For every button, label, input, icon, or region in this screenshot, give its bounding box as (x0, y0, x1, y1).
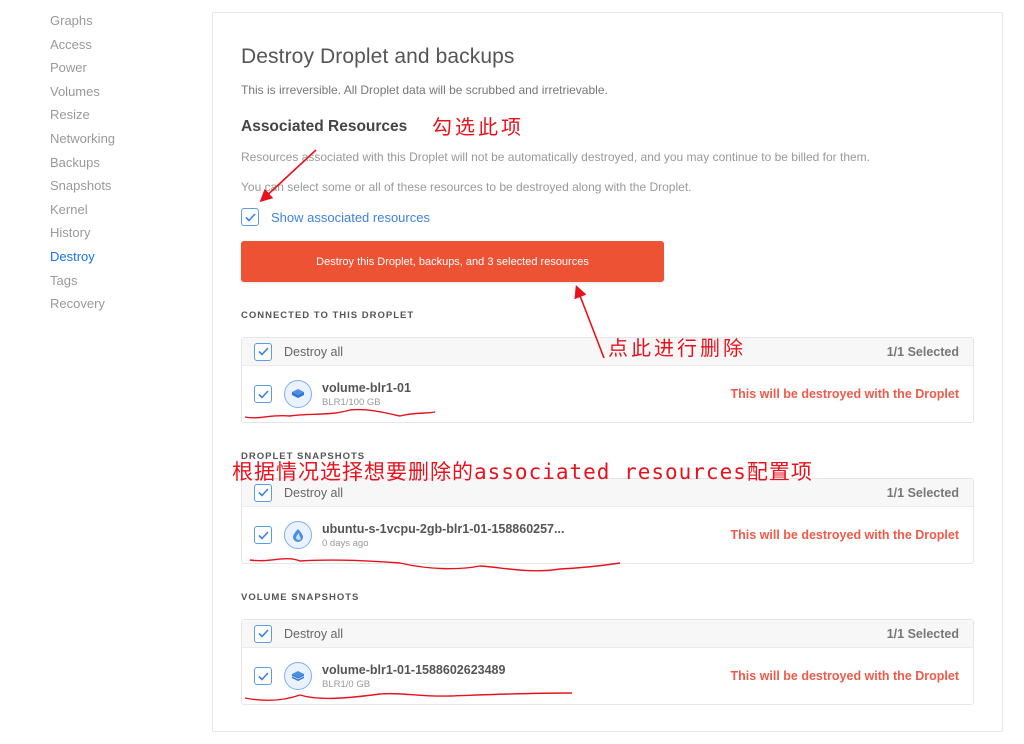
selection-notice: You can select some or all of these reso… (241, 180, 692, 194)
resource-group-connected: Destroy all 1/1 Selected volume-blr1-01 … (241, 337, 974, 423)
selected-count: 1/1 Selected (886, 626, 959, 641)
group-header: Destroy all 1/1 Selected (242, 338, 973, 366)
group-header: Destroy all 1/1 Selected (242, 620, 973, 648)
sidebar-item-tags[interactable]: Tags (50, 272, 200, 296)
billing-notice: Resources associated with this Droplet w… (241, 150, 870, 164)
resource-detail: 0 days ago (322, 537, 369, 549)
checkmark-icon (257, 389, 269, 399)
destroy-all-label[interactable]: Destroy all (284, 486, 887, 500)
droplet-snapshot-icon (284, 521, 312, 549)
checkmark-icon (244, 212, 256, 222)
group-header: Destroy all 1/1 Selected (242, 479, 973, 507)
resource-group-droplet-snapshots: Destroy all 1/1 Selected ubuntu-s-1vcpu-… (241, 478, 974, 564)
associated-resources-heading: Associated Resources (241, 118, 408, 135)
show-associated-checkbox[interactable] (241, 208, 259, 226)
volume-snapshot-icon (284, 662, 312, 690)
destroy-all-checkbox[interactable] (254, 342, 272, 361)
destroy-warning: This will be destroyed with the Droplet (730, 528, 960, 542)
sidebar-item-history[interactable]: History (50, 224, 200, 248)
sidebar-item-recovery[interactable]: Recovery (50, 295, 200, 319)
section-label-droplet-snapshots: DROPLET SNAPSHOTS (241, 451, 366, 462)
destroy-all-label[interactable]: Destroy all (284, 627, 887, 641)
resource-row: volume-blr1-01 BLR1/100 GB This will be … (242, 366, 973, 422)
destroy-panel: Destroy Droplet and backups This is irre… (212, 12, 1003, 732)
resource-checkbox[interactable] (254, 385, 272, 403)
resource-checkbox[interactable] (254, 667, 272, 685)
destroy-droplet-button[interactable]: Destroy this Droplet, backups, and 3 sel… (241, 241, 664, 282)
volume-icon (284, 380, 312, 408)
sidebar-item-snapshots[interactable]: Snapshots (50, 177, 200, 201)
sidebar-item-access[interactable]: Access (50, 36, 200, 60)
checkmark-icon (257, 629, 269, 638)
sidebar-item-destroy[interactable]: Destroy (50, 248, 200, 272)
resource-name: volume-blr1-01 (322, 380, 411, 395)
selected-count: 1/1 Selected (886, 344, 959, 359)
resource-row: volume-blr1-01-1588602623489 BLR1/0 GB T… (242, 648, 973, 704)
sidebar-item-graphs[interactable]: Graphs (50, 12, 200, 36)
destroy-warning: This will be destroyed with the Droplet (730, 387, 960, 401)
selected-count: 1/1 Selected (886, 485, 959, 500)
resource-row: ubuntu-s-1vcpu-2gb-blr1-01-158860257... … (242, 507, 973, 563)
destroy-all-checkbox[interactable] (254, 483, 272, 502)
checkmark-icon (257, 347, 269, 356)
sidebar-item-networking[interactable]: Networking (50, 130, 200, 154)
show-associated-resources-toggle[interactable]: Show associated resources (241, 208, 430, 226)
resource-group-volume-snapshots: Destroy all 1/1 Selected volume-blr1-01-… (241, 619, 974, 705)
sidebar-nav: Graphs Access Power Volumes Resize Netwo… (50, 12, 200, 319)
sidebar-item-kernel[interactable]: Kernel (50, 201, 200, 225)
resource-name: ubuntu-s-1vcpu-2gb-blr1-01-158860257... (322, 521, 565, 536)
destroy-all-label[interactable]: Destroy all (284, 345, 887, 359)
show-associated-label[interactable]: Show associated resources (271, 210, 430, 225)
sidebar-item-volumes[interactable]: Volumes (50, 83, 200, 107)
irreversible-notice: This is irreversible. All Droplet data w… (241, 83, 608, 97)
checkmark-icon (257, 530, 269, 540)
section-label-connected: CONNECTED TO THIS DROPLET (241, 310, 415, 321)
resource-detail: BLR1/0 GB (322, 678, 371, 690)
resource-checkbox[interactable] (254, 526, 272, 544)
destroy-warning: This will be destroyed with the Droplet (730, 669, 960, 683)
checkmark-icon (257, 671, 269, 681)
checkmark-icon (257, 488, 269, 497)
sidebar-item-backups[interactable]: Backups (50, 154, 200, 178)
resource-detail: BLR1/100 GB (322, 396, 381, 408)
page-title: Destroy Droplet and backups (241, 45, 515, 68)
sidebar-item-resize[interactable]: Resize (50, 106, 200, 130)
sidebar-item-power[interactable]: Power (50, 59, 200, 83)
destroy-all-checkbox[interactable] (254, 624, 272, 643)
section-label-volume-snapshots: VOLUME SNAPSHOTS (241, 592, 360, 603)
resource-name: volume-blr1-01-1588602623489 (322, 662, 506, 677)
